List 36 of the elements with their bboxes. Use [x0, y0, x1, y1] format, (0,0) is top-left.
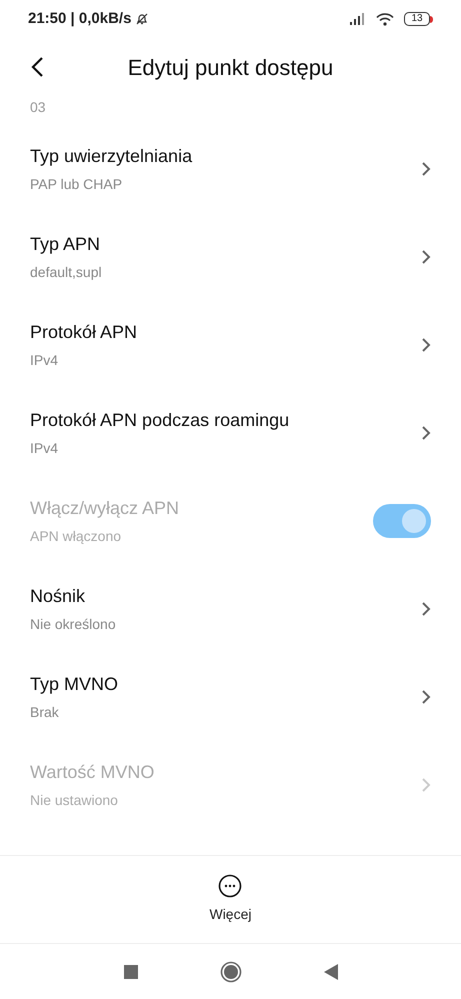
setting-value: PAP lub CHAP — [30, 175, 124, 194]
setting-value: IPv4 — [30, 351, 60, 370]
chevron-icon — [421, 601, 431, 617]
setting-title: Protokół APN podczas roamingu — [30, 409, 290, 432]
setting-title: Włącz/wyłącz APN — [30, 497, 180, 520]
recents-icon[interactable] — [124, 964, 138, 978]
more-button[interactable]: Więcej — [209, 874, 252, 925]
battery-icon: 13 — [404, 12, 433, 26]
setting-value: APN włączono — [30, 527, 122, 546]
bell-off-icon — [135, 12, 150, 26]
home-icon[interactable] — [220, 960, 242, 982]
setting-value: Brak — [30, 703, 60, 722]
signal-icon — [350, 13, 366, 25]
setting-title: Nośnik — [30, 585, 86, 608]
chevron-icon — [421, 161, 431, 177]
setting-title: Typ APN — [30, 233, 102, 256]
chevron-icon — [421, 249, 431, 265]
field-value: 03 — [30, 99, 46, 115]
setting-title: Wartość MVNO — [30, 761, 154, 784]
page-title: Edytuj punkt dostępu — [128, 54, 334, 82]
back-nav-icon[interactable] — [324, 964, 338, 980]
chevron-icon — [421, 337, 431, 353]
setting-value: IPv4 — [30, 439, 60, 458]
wifi-icon — [376, 12, 394, 26]
back-icon[interactable] — [30, 56, 44, 78]
setting-title: Typ uwierzytelniania — [30, 145, 192, 168]
setting-title: Protokół APN — [30, 321, 138, 344]
setting-title: Typ MVNO — [30, 673, 118, 696]
setting-value: Nie ustawiono — [30, 791, 119, 810]
setting-value: Nie określono — [30, 615, 116, 634]
status-time: 21:50 | 0,0kB/s — [28, 8, 132, 29]
chevron-icon — [421, 689, 431, 705]
setting-value: default,supl — [30, 263, 102, 282]
chevron-icon — [421, 425, 431, 441]
chevron-icon — [421, 777, 431, 793]
more-icon — [218, 874, 242, 898]
